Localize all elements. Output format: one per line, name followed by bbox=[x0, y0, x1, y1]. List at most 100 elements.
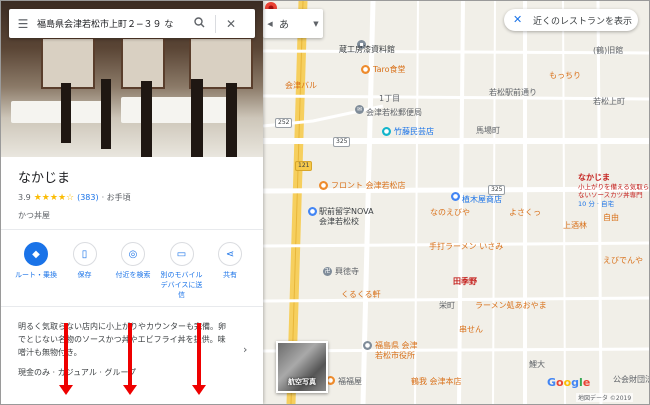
front-pin[interactable]: ● bbox=[319, 181, 328, 190]
map-label-post[interactable]: 会津若松郵便局 bbox=[366, 108, 422, 118]
photo-table bbox=[121, 97, 231, 123]
directions-icon: ◆ bbox=[24, 242, 48, 266]
map-label-nakajima-desc: 小上がりを備える気取らないソースカツ丼専門 bbox=[578, 183, 649, 199]
map-label-fukufuku[interactable]: 福福屋 bbox=[338, 377, 362, 387]
map-canvas[interactable]: ▪ 蔵工房漆資料館 ● Taro食堂 会津バル 1丁目 ✉ 会津若松郵便局 ● … bbox=[263, 1, 649, 404]
map-label-kamisakaba[interactable]: 上酒林 bbox=[563, 221, 587, 231]
map-label-sakaemachi: 栄町 bbox=[439, 301, 455, 310]
map-label-ramen-aoyama[interactable]: ラーメン処あおやま bbox=[475, 301, 547, 311]
language-value: あ bbox=[279, 20, 289, 31]
map-label-takecho[interactable]: 竹藤民芸店 bbox=[394, 127, 434, 137]
annotation-arrow bbox=[59, 323, 73, 395]
input-language-selector[interactable]: ◀ あ ▼ bbox=[263, 9, 323, 38]
nova-pin[interactable]: ● bbox=[308, 207, 317, 216]
cityhall-pin[interactable]: ● bbox=[363, 341, 372, 350]
takecho-pin[interactable]: ● bbox=[382, 127, 391, 136]
ueki-pin[interactable]: ● bbox=[451, 192, 460, 201]
map-label-uekiya[interactable]: 植木屋商店 bbox=[462, 195, 502, 205]
map-label-nanoemi[interactable]: なのえびや bbox=[430, 208, 470, 218]
map-label-nakajima-hours: 10 分 · 自宅 bbox=[578, 200, 615, 208]
rating-value: 3.9 bbox=[18, 193, 31, 202]
map-label-yosaku[interactable]: よさくっ bbox=[509, 208, 541, 218]
bookmark-icon: ▯ bbox=[72, 242, 97, 266]
map-label-mocchiri[interactable]: もっちり bbox=[549, 71, 581, 81]
map-label-takino[interactable]: 田季野 bbox=[453, 277, 477, 287]
rating-row: 3.9 ★★★★☆ (383) · お手頃 bbox=[18, 192, 131, 203]
map-attribution[interactable]: 地図データ ©2019 bbox=[576, 393, 634, 402]
place-category[interactable]: かつ丼屋 bbox=[18, 210, 50, 221]
maps-window: ▪ 蔵工房漆資料館 ● Taro食堂 会津バル 1丁目 ✉ 会津若松郵便局 ● … bbox=[0, 0, 650, 405]
annotation-arrow bbox=[192, 323, 206, 395]
map-label-honten[interactable]: 鶴我 会津本店 bbox=[411, 377, 462, 387]
place-name: なかじま bbox=[18, 171, 71, 186]
send-to-phone-icon: ▭ bbox=[169, 242, 194, 266]
place-tags: 現金のみ · カジュアル · グループ bbox=[18, 368, 136, 377]
place-panel: ☰ ✕ なかじま 3.9 ★★★★☆ (383) · お手頃 かつ丼屋 ◆ ルー… bbox=[1, 1, 263, 404]
send-to-phone-label: 別のモバイルデバイスに送信 bbox=[160, 271, 203, 299]
nearby-icon: ◎ bbox=[121, 242, 145, 266]
map-label-baba: 馬場町 bbox=[476, 126, 500, 135]
map-label-1chome: 1丁目 bbox=[379, 94, 401, 103]
map-label-wakamatsu-kamimachi[interactable]: 若松上町 bbox=[593, 97, 625, 107]
map-label-taro[interactable]: Taro食堂 bbox=[373, 65, 405, 75]
google-logo: Google bbox=[547, 376, 591, 389]
divider bbox=[1, 229, 263, 230]
photo-chair bbox=[141, 81, 152, 157]
post-pin[interactable]: ✉ bbox=[355, 105, 364, 114]
action-row: ◆ ルート・乗換 ▯ 保存 ◎ 付近を検索 ▭ 別のモバイルデバイスに送信 ⋖ … bbox=[13, 242, 253, 300]
map-label-jiyu[interactable]: 自由 bbox=[603, 213, 619, 223]
send-to-phone-button[interactable]: ▭ 別のモバイルデバイスに送信 bbox=[159, 242, 205, 300]
map-label-cityhall[interactable]: 福島県 会津 若松市役所 bbox=[375, 341, 445, 361]
directions-button[interactable]: ◆ ルート・乗換 bbox=[13, 242, 59, 300]
road-shield-325a: 325 bbox=[333, 137, 351, 147]
share-button[interactable]: ⋖ 共有 bbox=[207, 242, 253, 300]
map-label-kurukuru[interactable]: くるくる軒 bbox=[341, 290, 381, 300]
nearby-label: 付近を検索 bbox=[115, 271, 151, 279]
road-shield-325b: 325 bbox=[488, 185, 506, 195]
photo-chair bbox=[191, 79, 203, 157]
nearby-button[interactable]: ◎ 付近を検索 bbox=[110, 242, 156, 300]
photo-chair bbox=[101, 79, 111, 149]
share-label: 共有 bbox=[223, 271, 237, 279]
nearby-restaurants-button[interactable]: ✕ 近くのレストランを表示 bbox=[504, 9, 638, 31]
map-label-koutokuji[interactable]: 興徳寺 bbox=[335, 267, 359, 277]
photo-window bbox=[41, 37, 95, 89]
save-label: 保存 bbox=[77, 271, 92, 279]
map-label-ebidenya[interactable]: えびでんや bbox=[603, 256, 643, 266]
nearby-restaurants-label: 近くのレストランを表示 bbox=[533, 16, 633, 27]
close-icon[interactable]: ✕ bbox=[220, 17, 242, 31]
search-input[interactable] bbox=[37, 18, 187, 29]
map-label-wakamatsu-ekimae[interactable]: 若松駅前通り bbox=[489, 88, 537, 98]
hamburger-menu-icon[interactable]: ☰ bbox=[9, 17, 37, 31]
satellite-label: 航空写真 bbox=[288, 378, 316, 386]
search-box: ☰ ✕ bbox=[9, 9, 255, 38]
temple-pin[interactable]: 卍 bbox=[323, 267, 332, 276]
road-shield-252: 252 bbox=[275, 118, 293, 128]
rating-stars: ★★★★☆ bbox=[33, 192, 75, 203]
restaurant-icon: ✕ bbox=[513, 13, 523, 26]
review-count[interactable]: (383) bbox=[77, 193, 99, 202]
map-label-museum[interactable]: 蔵工房漆資料館 bbox=[339, 45, 395, 55]
map-label-kushisen[interactable]: 串せん bbox=[459, 325, 483, 335]
map-label-koi[interactable]: 鯉大 bbox=[529, 360, 545, 370]
chevron-right-icon[interactable]: › bbox=[243, 343, 247, 356]
chevron-down-icon[interactable]: ▼ bbox=[309, 20, 323, 28]
satellite-toggle[interactable]: 航空写真 bbox=[276, 341, 328, 393]
map-label-nakajima[interactable]: なかじま bbox=[578, 173, 610, 183]
price-level: · お手頃 bbox=[101, 193, 131, 202]
map-label-kyukan[interactable]: (鶴)旧館 bbox=[593, 46, 623, 56]
share-icon: ⋖ bbox=[218, 242, 242, 266]
taro-pin[interactable]: ● bbox=[361, 65, 370, 74]
map-label-koukai[interactable]: 公会財団法 bbox=[613, 375, 649, 385]
photo-chair bbox=[226, 83, 237, 157]
map-label-palu[interactable]: 会津バル bbox=[285, 81, 317, 91]
save-button[interactable]: ▯ 保存 bbox=[62, 242, 108, 300]
search-icon[interactable] bbox=[187, 16, 211, 31]
photo-chair bbox=[61, 83, 71, 143]
map-label-front[interactable]: フロント 会津若松店 bbox=[331, 181, 406, 191]
map-label-ramen-isami[interactable]: 手打ラーメン いさみ bbox=[429, 242, 503, 252]
road-shield-121: 121 bbox=[295, 161, 313, 171]
map-label-nova[interactable]: 駅前留学NOVA 会津若松校 bbox=[319, 207, 399, 227]
collapse-panel-icon[interactable]: ◀ bbox=[263, 20, 277, 28]
search-divider bbox=[215, 14, 216, 33]
